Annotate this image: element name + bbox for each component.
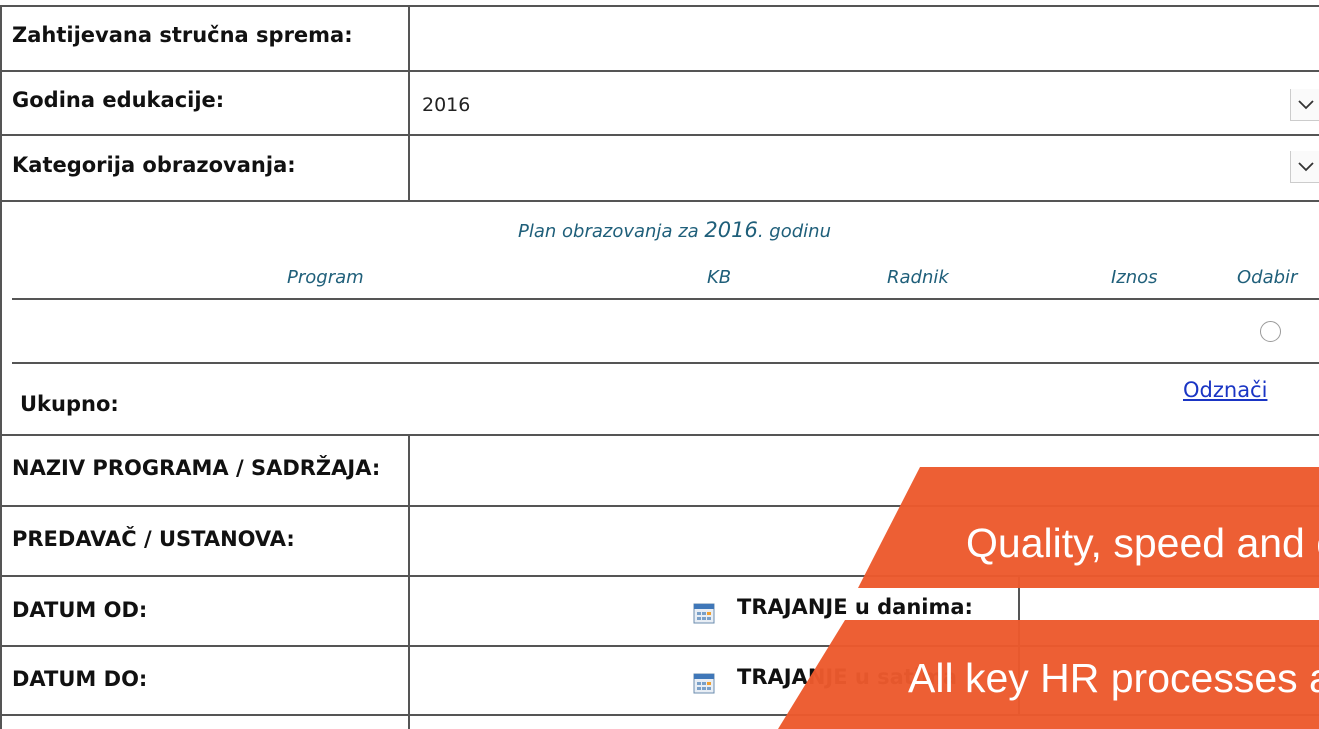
godina-dropdown-button[interactable]	[1290, 89, 1319, 121]
plan-title-suffix: . godinu	[757, 221, 831, 242]
divider-row3	[0, 200, 1319, 202]
column-header-iznos: Iznos	[1111, 267, 1158, 288]
strucna-sprema-field[interactable]	[410, 7, 1319, 70]
calendar-icon[interactable]	[693, 672, 715, 694]
column-header-program: Program	[287, 267, 364, 288]
trajanje-dani-label: TRAJANJE u danima:	[737, 595, 973, 619]
column-header-radnik: Radnik	[887, 267, 949, 288]
predavac-ustanova-label: PREDAVAČ / USTANOVA:	[12, 527, 295, 551]
naziv-programa-label: NAZIV PROGRAMA / SADRŽAJA:	[12, 456, 381, 480]
datum-od-label: DATUM OD:	[12, 598, 148, 622]
datum-od-field[interactable]	[410, 577, 690, 645]
column-header-kb: KB	[707, 267, 732, 288]
odabir-radio-button[interactable]	[1260, 321, 1281, 342]
border-left-top	[0, 5, 2, 201]
plan-title-prefix: Plan obrazovanja za	[518, 221, 699, 242]
chevron-down-icon	[1297, 99, 1314, 109]
naziv-programa-field[interactable]	[410, 436, 1319, 505]
deselect-link[interactable]: Odznači	[1183, 378, 1267, 402]
trajanje-dani-field[interactable]	[1020, 577, 1319, 645]
datum-do-field[interactable]	[410, 647, 690, 714]
total-label: Ukupno:	[20, 392, 119, 416]
kategorija-dropdown-button[interactable]	[1290, 151, 1319, 183]
godina-edukacije-value: 2016	[422, 94, 471, 116]
plan-row-underline	[12, 362, 1319, 364]
godina-edukacije-label: Godina edukacije:	[12, 88, 225, 112]
plan-title-year: 2016	[704, 218, 758, 242]
plan-title: Plan obrazovanja za 2016. godinu	[0, 218, 1319, 242]
calendar-icon[interactable]	[693, 602, 715, 624]
godina-edukacije-select[interactable]: 2016	[410, 72, 1319, 134]
kategorija-obrazovanja-label: Kategorija obrazovanja:	[12, 153, 296, 177]
strucna-sprema-label: Zahtijevana stručna sprema:	[12, 23, 353, 47]
datum-do-label: DATUM DO:	[12, 667, 148, 691]
border-left-bottom	[0, 434, 2, 729]
divider-row8	[0, 714, 1319, 716]
plan-header-underline	[12, 298, 1319, 300]
kategorija-obrazovanja-select[interactable]	[410, 136, 1319, 200]
promo-banner-line-2: All key HR processes a	[908, 655, 1319, 701]
column-header-odabir: Odabir	[1237, 267, 1298, 288]
promo-banner-line-1: Quality, speed and e	[966, 520, 1319, 566]
chevron-down-icon	[1297, 161, 1314, 171]
